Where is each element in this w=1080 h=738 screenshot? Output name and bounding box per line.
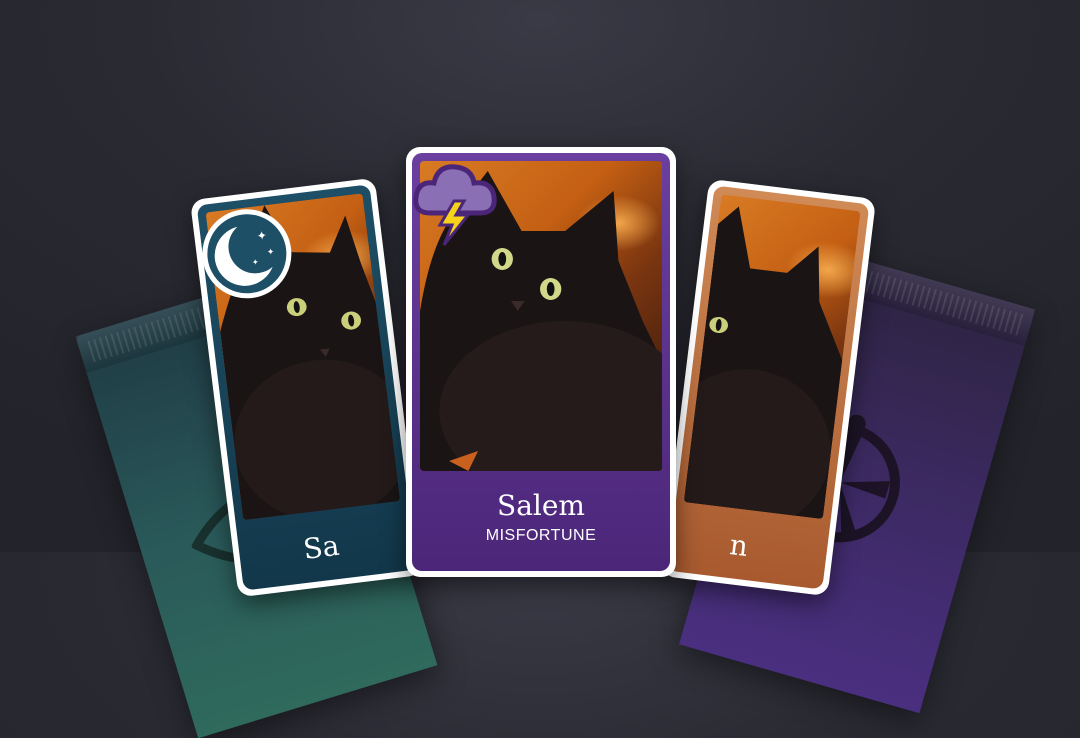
cat-photo: [683, 194, 861, 520]
storm-cloud-icon: [413, 164, 497, 246]
card-reveal-stage: Sa ✦ ✦ ✦ n Salem MISFORTUNE: [0, 0, 1080, 738]
svg-text:✦: ✦: [266, 247, 275, 258]
svg-text:✦: ✦: [251, 257, 259, 267]
svg-text:✦: ✦: [256, 228, 268, 243]
card-name: n: [727, 528, 750, 564]
card-name: Sa: [301, 528, 342, 566]
card-trait: MISFORTUNE: [485, 527, 597, 544]
card-center-featured[interactable]: Salem MISFORTUNE: [406, 147, 676, 577]
black-cat-image: [683, 206, 843, 520]
card-name: Salem: [497, 489, 585, 522]
moon-stars-icon: ✦ ✦ ✦: [202, 209, 292, 299]
